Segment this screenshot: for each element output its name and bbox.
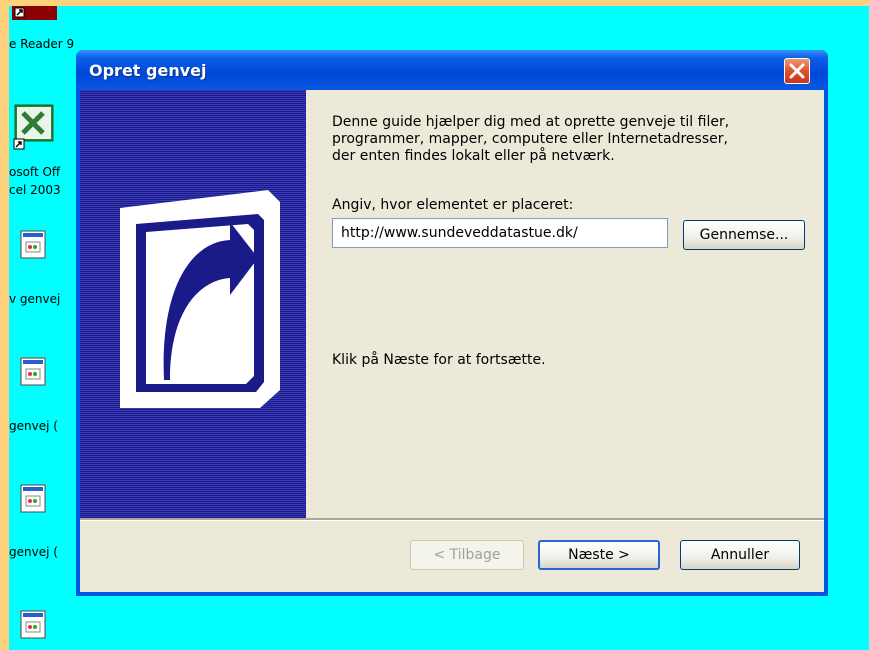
- desktop-icon-label[interactable]: genvej (: [9, 419, 58, 433]
- desktop-icon-label[interactable]: osoft Off: [9, 165, 60, 179]
- desktop-icon-label[interactable]: cel 2003: [9, 183, 61, 197]
- excel-shortcut-icon[interactable]: [13, 103, 61, 153]
- location-prompt-label: Angiv, hvor elementet er placeret:: [332, 197, 574, 213]
- close-button[interactable]: [784, 58, 810, 84]
- adobe-reader-shortcut-icon[interactable]: [9, 6, 59, 26]
- wizard-content: Denne guide hjælper dig med at oprette g…: [306, 90, 824, 518]
- screen-left-border: [0, 0, 9, 650]
- shortcut-file-icon[interactable]: [20, 610, 48, 640]
- browse-button[interactable]: Gennemse...: [683, 220, 805, 250]
- dialog-body: Denne guide hjælper dig med at oprette g…: [80, 90, 824, 592]
- shortcut-file-icon[interactable]: [20, 484, 48, 514]
- shortcut-arrow-icon: [120, 190, 280, 408]
- shortcut-file-icon[interactable]: [20, 357, 48, 387]
- intro-line: der enten findes lokalt eller på netværk…: [332, 148, 615, 164]
- continue-hint-text: Klik på Næste for at fortsætte.: [332, 352, 546, 368]
- dialog-title: Opret genvej: [89, 61, 207, 80]
- back-button[interactable]: < Tilbage: [410, 540, 524, 570]
- cancel-button[interactable]: Annuller: [680, 540, 800, 570]
- intro-line: programmer, mapper, computere eller Inte…: [332, 131, 728, 147]
- wizard-side-panel: [80, 90, 306, 518]
- intro-line: Denne guide hjælper dig med at oprette g…: [332, 114, 730, 130]
- title-bar[interactable]: Opret genvej: [76, 50, 828, 90]
- close-icon: [789, 63, 805, 79]
- location-input[interactable]: http://www.sundeveddatastue.dk/: [332, 218, 668, 248]
- create-shortcut-dialog: Opret genvej Denne guide hjælper dig med…: [76, 50, 828, 596]
- desktop-icon-label[interactable]: e Reader 9: [9, 37, 74, 51]
- shortcut-file-icon[interactable]: [20, 230, 48, 260]
- screen-top-border: [0, 0, 869, 6]
- wizard-footer: < Tilbage Næste > Annuller: [80, 521, 824, 592]
- desktop-icon-label[interactable]: genvej (: [9, 545, 58, 559]
- intro-text: Denne guide hjælper dig med at oprette g…: [332, 114, 812, 165]
- desktop-icon-label[interactable]: v genvej: [9, 292, 60, 306]
- next-button[interactable]: Næste >: [538, 540, 660, 570]
